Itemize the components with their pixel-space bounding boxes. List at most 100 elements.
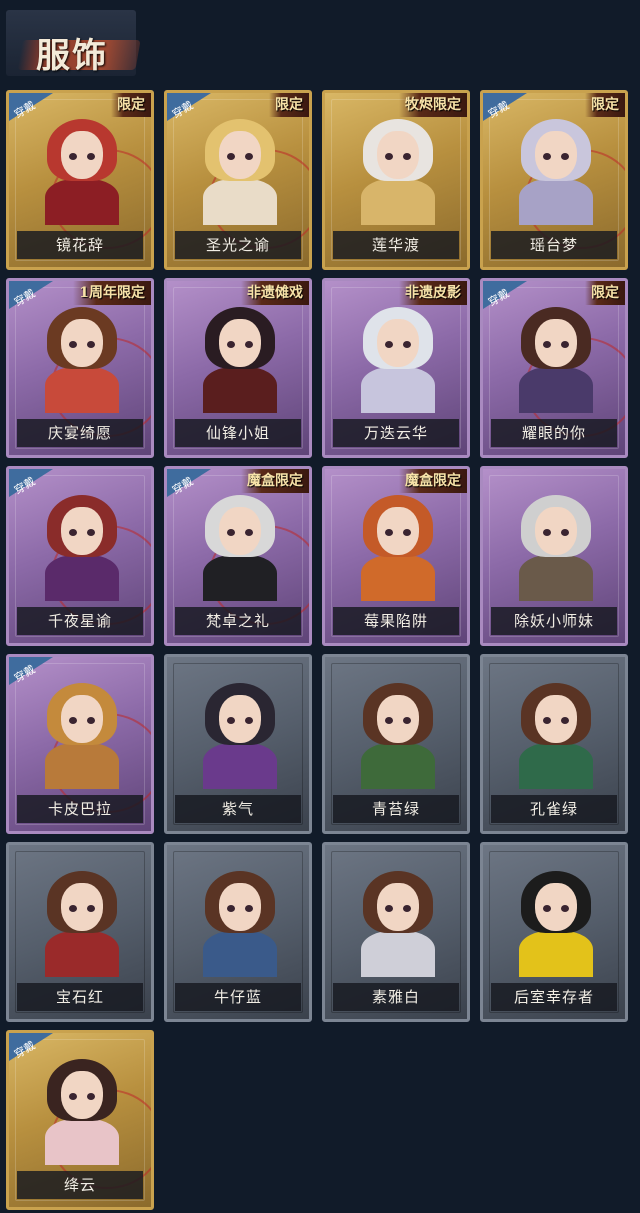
character-body [519, 555, 593, 601]
eye [245, 529, 253, 536]
character-face [535, 507, 577, 555]
outfit-card[interactable]: 1周年限定 穿戴 庆宴绮愿 [6, 278, 154, 458]
outfit-name: 万迭云华 [333, 419, 459, 447]
eye [87, 905, 95, 912]
character-face [535, 695, 577, 743]
character-face [535, 883, 577, 931]
character-body [361, 743, 435, 789]
outfit-card[interactable]: 限定 穿戴 镜花辞 [6, 90, 154, 270]
character-portrait [349, 113, 445, 225]
outfit-card[interactable]: 限定 穿戴 瑶台梦 [480, 90, 628, 270]
limited-tag: 牧烬限定 [399, 93, 467, 117]
outfit-card[interactable]: 限定 穿戴 圣光之谕 [164, 90, 312, 270]
eye [87, 529, 95, 536]
outfit-name: 后室幸存者 [491, 983, 617, 1011]
character-face [377, 507, 419, 555]
character-body [203, 367, 277, 413]
outfit-name: 梵卓之礼 [175, 607, 301, 635]
character-portrait [507, 113, 625, 249]
character-body [519, 367, 593, 413]
eye [245, 905, 253, 912]
outfit-name: 除妖小师妹 [491, 607, 617, 635]
limited-tag: 限定 [111, 93, 151, 117]
eye [385, 529, 393, 536]
character-portrait [191, 301, 287, 413]
outfit-name: 青苔绿 [333, 795, 459, 823]
character-body [45, 367, 119, 413]
eye [385, 905, 393, 912]
outfit-card[interactable]: 牛仔蓝 [164, 842, 312, 1022]
outfit-card[interactable]: 后室幸存者 [480, 842, 628, 1022]
eye [245, 717, 253, 724]
eye [543, 717, 551, 724]
eye [227, 529, 235, 536]
outfit-card[interactable]: 魔盒限定 穿戴 梵卓之礼 [164, 466, 312, 646]
outfit-card[interactable]: 宝石红 [6, 842, 154, 1022]
character-portrait [507, 677, 603, 789]
eye [561, 717, 569, 724]
eye [403, 341, 411, 348]
outfit-card[interactable]: 非遗皮影 万迭云华 [322, 278, 470, 458]
character-face [219, 507, 261, 555]
outfit-card[interactable]: 限定 穿戴 耀眼的你 [480, 278, 628, 458]
character-body [203, 555, 277, 601]
character-portrait [191, 865, 287, 977]
limited-tag: 魔盒限定 [399, 469, 467, 493]
eye [403, 717, 411, 724]
character-face [377, 883, 419, 931]
limited-tag: 非遗傩戏 [241, 281, 309, 305]
outfit-card[interactable]: 穿戴 卡皮巴拉 [6, 654, 154, 834]
outfit-grid: 限定 穿戴 镜花辞 限定 穿戴 圣光之谕 牧烬限定 莲华渡 限定 穿戴 瑶台梦 1周年限定 穿戴 庆宴绮愿… [0, 0, 640, 1213]
outfit-name: 绛云 [17, 1171, 143, 1199]
eye [227, 905, 235, 912]
outfit-card[interactable]: 穿戴 绛云 [6, 1030, 154, 1210]
outfit-card[interactable]: 非遗傩戏仙锋小姐 [164, 278, 312, 458]
character-body [361, 179, 435, 225]
eye [227, 341, 235, 348]
character-face [535, 319, 577, 367]
character-face [219, 131, 261, 179]
outfit-name: 素雅白 [333, 983, 459, 1011]
character-body [45, 743, 119, 789]
outfit-name: 耀眼的你 [491, 419, 617, 447]
character-face [61, 883, 103, 931]
outfit-name: 宝石红 [17, 983, 143, 1011]
eye [385, 153, 393, 160]
outfit-card[interactable]: 魔盒限定 莓果陷阱 [322, 466, 470, 646]
eye [87, 717, 95, 724]
eye [385, 341, 393, 348]
outfit-name: 牛仔蓝 [175, 983, 301, 1011]
character-body [45, 931, 119, 977]
eye [69, 529, 77, 536]
outfit-card[interactable]: 紫气 [164, 654, 312, 834]
outfit-card[interactable]: 孔雀绿 [480, 654, 628, 834]
outfit-name: 孔雀绿 [491, 795, 617, 823]
outfit-card[interactable]: 穿戴 千夜星谕 [6, 466, 154, 646]
character-body [45, 555, 119, 601]
character-portrait [349, 677, 445, 789]
character-body [519, 931, 593, 977]
character-face [61, 1071, 103, 1119]
outfit-card[interactable]: 牧烬限定 莲华渡 [322, 90, 470, 270]
character-portrait [349, 489, 445, 601]
character-face [61, 695, 103, 743]
eye [543, 341, 551, 348]
character-face [219, 883, 261, 931]
outfit-card[interactable]: 除妖小师妹 [480, 466, 628, 646]
outfit-card[interactable]: 青苔绿 [322, 654, 470, 834]
limited-tag: 魔盒限定 [241, 469, 309, 493]
eye [69, 717, 77, 724]
limited-tag: 限定 [585, 93, 625, 117]
eye [69, 153, 77, 160]
eye [87, 153, 95, 160]
eye [403, 905, 411, 912]
eye [227, 717, 235, 724]
character-portrait [33, 113, 151, 249]
character-face [219, 695, 261, 743]
character-face [61, 131, 103, 179]
character-body [519, 743, 593, 789]
eye [561, 341, 569, 348]
outfit-card[interactable]: 素雅白 [322, 842, 470, 1022]
outfit-name: 仙锋小姐 [175, 419, 301, 447]
eye [245, 153, 253, 160]
